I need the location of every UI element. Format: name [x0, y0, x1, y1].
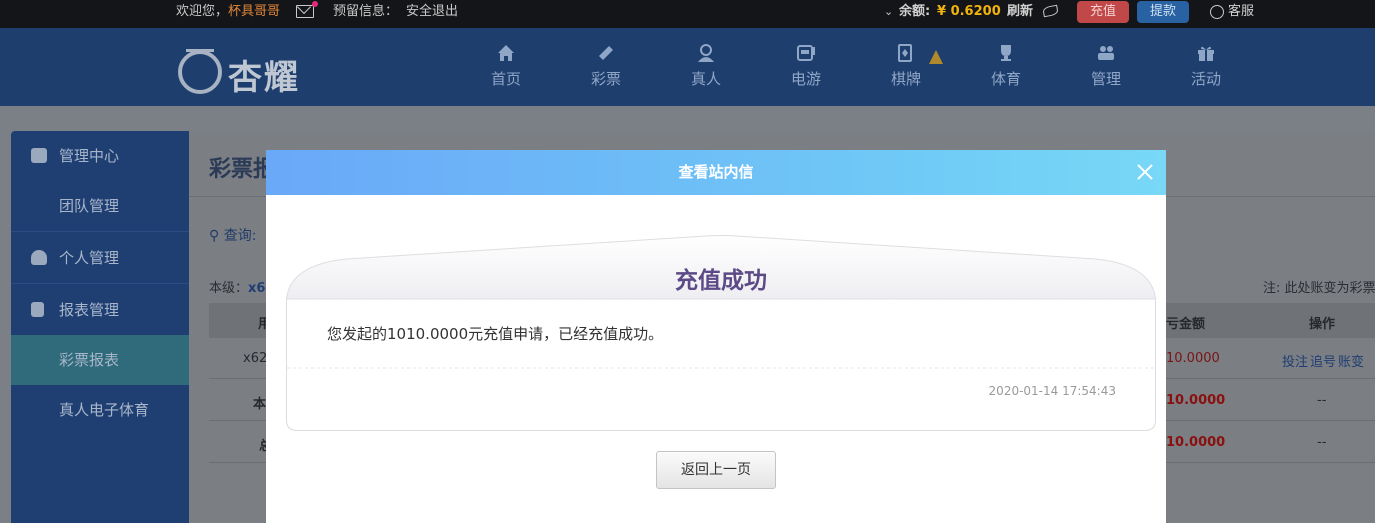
- site-logo[interactable]: 杏耀: [176, 36, 326, 98]
- logo-text: 杏耀: [228, 58, 300, 98]
- letter-date: 2020-01-14 17:54:43: [988, 384, 1116, 398]
- sidebar-item-label: 报表管理: [59, 301, 120, 319]
- hide-balance-icon[interactable]: [1042, 4, 1059, 18]
- nav-item-label: 活动: [1190, 70, 1221, 88]
- modal-header: 查看站内信: [266, 150, 1166, 195]
- level-label: 本级：x6: [209, 281, 266, 296]
- search-icon: ⚲: [209, 228, 220, 244]
- nav-item-home[interactable]: 首页: [461, 28, 551, 106]
- nav-item-gift[interactable]: 活动: [1161, 28, 1251, 106]
- nav-item-slot[interactable]: 电游: [761, 28, 851, 106]
- logo-emblem-icon: [178, 50, 222, 94]
- nav-item-label: 彩票: [590, 70, 621, 88]
- letter-title: 充值成功: [675, 268, 767, 294]
- nav-item-dealer[interactable]: 真人: [661, 28, 751, 106]
- ticket-icon: [595, 42, 617, 64]
- chase-link[interactable]: 追号: [1310, 351, 1336, 370]
- username[interactable]: 杯具哥哥: [228, 4, 280, 19]
- nav-item-users[interactable]: 管理: [1061, 28, 1151, 106]
- sidebar-item-personal[interactable]: 个人管理: [11, 233, 189, 283]
- report-icon: [31, 302, 44, 317]
- cards-icon: [895, 42, 917, 64]
- divider: [11, 283, 189, 284]
- sidebar-item-reports[interactable]: 报表管理: [11, 285, 189, 335]
- home-icon: [495, 42, 517, 64]
- users-icon: [1095, 42, 1117, 64]
- refresh-link[interactable]: 刷新: [1007, 0, 1033, 24]
- sidebar-item-lottery-report[interactable]: 彩票报表: [11, 335, 189, 385]
- nav-item-trophy[interactable]: 体育: [961, 28, 1051, 106]
- logout-link[interactable]: 安全退出: [406, 0, 458, 24]
- recharge-button[interactable]: 充值: [1077, 1, 1129, 23]
- column-header-profit: 亏金额: [1166, 317, 1206, 332]
- sidebar: 管理中心 团队管理 个人管理 报表管理 彩票报表 真人电子体育: [11, 131, 189, 523]
- sidebar-item-label: 真人电子体育: [59, 401, 150, 419]
- row-profit: 10.0000: [1166, 351, 1220, 366]
- message-modal: 查看站内信 充值成功 您发起的1010.0000元充值申请，已经充值成功。 20…: [266, 150, 1166, 523]
- chevron-down-icon[interactable]: ⌄: [884, 0, 893, 24]
- column-header-ops: 操作: [1309, 317, 1336, 332]
- person-icon: [31, 250, 47, 265]
- withdraw-button[interactable]: 提款: [1137, 1, 1189, 23]
- welcome-text: 欢迎您，杯具哥哥: [176, 4, 281, 19]
- nav-item-label: 电游: [790, 70, 821, 88]
- chat-icon[interactable]: [1210, 5, 1224, 19]
- team-icon: [31, 148, 47, 163]
- level-value[interactable]: x6: [248, 281, 265, 296]
- query-label[interactable]: ⚲ 查询:: [209, 225, 256, 245]
- reserved-info-label: 预留信息：: [333, 4, 399, 19]
- sidebar-item-label: 管理中心: [59, 147, 120, 165]
- row-user: 本: [253, 397, 267, 412]
- gift-icon: [1195, 42, 1217, 64]
- balance-value: ¥ 0.6200: [937, 4, 1001, 19]
- nav-item-label: 体育: [990, 70, 1021, 88]
- sidebar-item-label: 彩票报表: [59, 351, 120, 369]
- note-text: 注: 此处账变为彩票: [1263, 281, 1375, 296]
- unread-dot-icon: [312, 1, 318, 7]
- sidebar-item-team-management[interactable]: 团队管理: [11, 181, 189, 231]
- dealer-icon: [695, 42, 717, 64]
- sidebar-item-label: 个人管理: [59, 249, 120, 267]
- nav-item-label: 管理: [1090, 70, 1121, 88]
- nav-item-label: 棋牌: [890, 70, 921, 88]
- row-profit: 10.0000: [1166, 393, 1226, 408]
- row-ops: --: [1317, 393, 1327, 408]
- nav-item-cards[interactable]: 棋牌: [861, 28, 951, 106]
- sidebar-item-management-center[interactable]: 管理中心: [11, 131, 189, 181]
- trophy-icon: [995, 42, 1017, 64]
- sidebar-item-live-sports[interactable]: 真人电子体育: [11, 385, 189, 435]
- back-button[interactable]: 返回上一页: [656, 451, 776, 489]
- main-header: 杏耀 首页 彩票 真人 电游 棋牌 体育 管理 活动: [0, 28, 1375, 106]
- top-bar: 欢迎您，杯具哥哥 预留信息： 安全退出 ⌄ 余额: ¥ 0.6200 刷新 充值…: [0, 0, 1375, 28]
- hot-badge-icon: [929, 50, 943, 64]
- divider: [11, 231, 189, 232]
- nav-item-label: 首页: [490, 70, 521, 88]
- balance-label: 余额:: [899, 4, 931, 19]
- letter-body: 您发起的1010.0000元充值申请，已经充值成功。: [327, 325, 664, 343]
- close-icon[interactable]: [1134, 161, 1156, 183]
- service-link[interactable]: 客服: [1228, 0, 1254, 24]
- bet-link[interactable]: 投注: [1282, 351, 1308, 370]
- nav-item-ticket[interactable]: 彩票: [561, 28, 651, 106]
- row-ops: --: [1317, 435, 1327, 450]
- nav-item-label: 真人: [690, 70, 721, 88]
- slot-icon: [795, 42, 817, 64]
- modal-title: 查看站内信: [678, 163, 754, 181]
- sidebar-item-label: 团队管理: [59, 197, 120, 215]
- row-profit: 10.0000: [1166, 435, 1226, 450]
- letter-card: 充值成功 您发起的1010.0000元充值申请，已经充值成功。 2020-01-…: [286, 235, 1156, 431]
- change-link[interactable]: 账变: [1338, 351, 1364, 370]
- mail-icon[interactable]: [296, 5, 314, 18]
